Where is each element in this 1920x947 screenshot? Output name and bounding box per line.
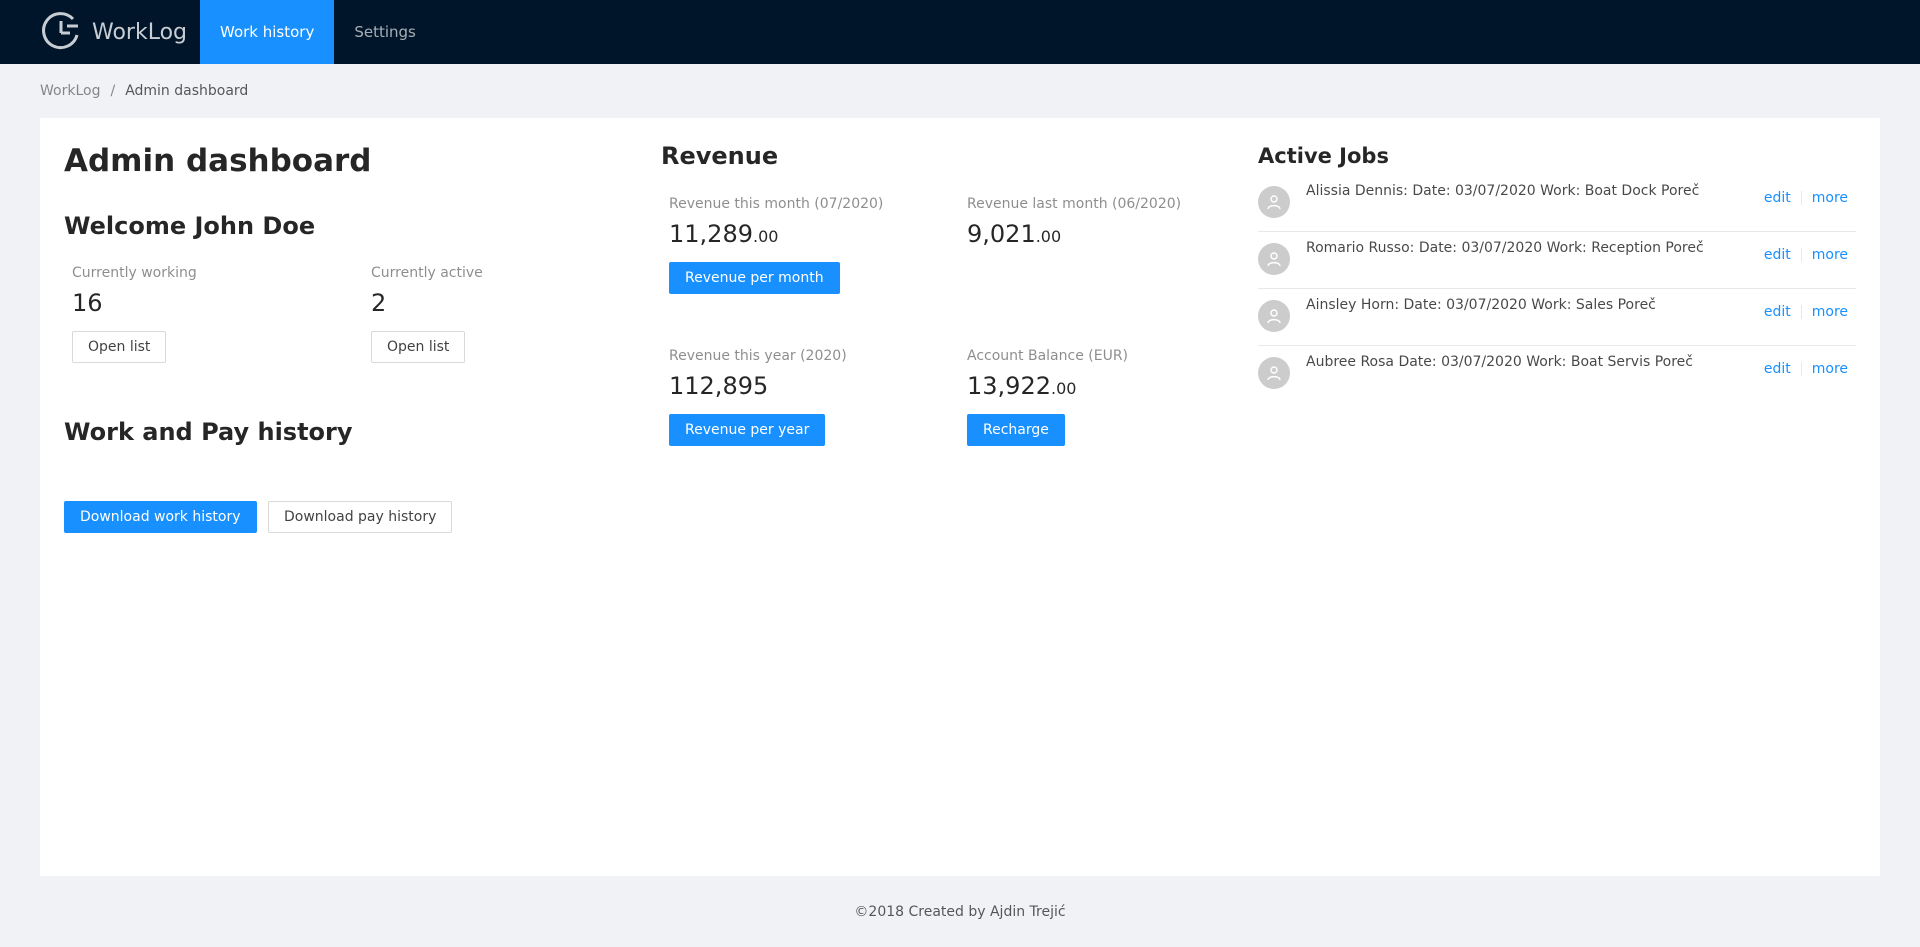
edit-link[interactable]: edit [1764,190,1791,206]
avatar [1258,300,1290,332]
revenue-per-month-button[interactable]: Revenue per month [669,262,840,294]
edit-link[interactable]: edit [1764,361,1791,377]
job-actions: edit more [1764,190,1848,206]
stat-value-main: 9,021 [967,220,1036,248]
user-icon [1267,309,1281,324]
revenue-this-year: Revenue this year (2020) 112,895 Revenue… [669,348,847,446]
more-link[interactable]: more [1812,304,1848,320]
job-actions: edit more [1764,247,1848,263]
stat-value: 2 [371,289,387,317]
edit-link[interactable]: edit [1764,247,1791,263]
stat-value: 112,895 [669,372,769,400]
user-icon [1267,195,1281,210]
account-balance: Account Balance (EUR) 13,922.00 Recharge [967,348,1128,446]
list-item: Ainsley Horn: Date: 03/07/2020 Work: Sal… [1258,289,1856,346]
breadcrumb-root-link[interactable]: WorkLog [40,83,100,99]
avatar [1258,243,1290,275]
app-logo[interactable]: WorkLog [0,0,200,64]
user-icon [1267,252,1281,267]
top-navbar: WorkLog Work history Settings [0,0,1920,64]
job-description: Ainsley Horn: Date: 03/07/2020 Work: Sal… [1306,297,1656,313]
nav-settings[interactable]: Settings [334,0,436,64]
stat-label: Currently active [371,265,483,281]
user-icon [1267,366,1281,381]
avatar [1258,186,1290,218]
more-link[interactable]: more [1812,247,1848,263]
stat-label: Currently working [72,265,197,281]
breadcrumb-current: Admin dashboard [125,83,249,99]
open-active-list-button[interactable]: Open list [371,331,466,363]
page-title: Admin dashboard [64,143,372,179]
revenue-heading: Revenue [661,142,779,170]
download-pay-history-button[interactable]: Download pay history [268,501,453,533]
list-item: Aubree Rosa Date: 03/07/2020 Work: Boat … [1258,346,1856,403]
more-link[interactable]: more [1812,190,1848,206]
open-working-list-button[interactable]: Open list [72,331,167,363]
job-actions: edit more [1764,304,1848,320]
footer-text: ©2018 Created by Ajdin Trejić [854,903,1066,920]
history-heading: Work and Pay history [64,418,353,446]
recharge-button[interactable]: Recharge [967,414,1065,446]
breadcrumb-separator: / [110,83,116,99]
job-description: Romario Russo: Date: 03/07/2020 Work: Re… [1306,240,1704,256]
clock-logo-icon [42,12,79,50]
avatar [1258,357,1290,389]
stat-currently-active: Currently active 2 Open list [371,265,483,363]
stat-value: 11,289.00 [669,220,883,248]
stat-value-main: 11,289 [669,220,753,248]
stat-label: Revenue this month (07/2020) [669,196,884,212]
app-name: WorkLog [92,19,188,45]
job-description: Aubree Rosa Date: 03/07/2020 Work: Boat … [1306,354,1693,370]
action-divider [1800,305,1802,319]
job-description: Alissia Dennis: Date: 03/07/2020 Work: B… [1306,183,1700,199]
stat-value-suffix: .00 [752,227,779,246]
stat-label: Revenue last month (06/2020) [967,196,1182,212]
breadcrumb: WorkLog / Admin dashboard [0,64,1920,118]
list-item: Alissia Dennis: Date: 03/07/2020 Work: B… [1258,175,1856,232]
stat-value: 13,922.00 [967,372,1128,400]
revenue-last-month: Revenue last month (06/2020) 9,021.00 [967,196,1181,248]
download-work-history-button[interactable]: Download work history [64,501,257,533]
welcome-heading: Welcome John Doe [64,212,316,240]
main-content: Admin dashboard Welcome John Doe Current… [40,118,1880,876]
stat-value-suffix: .00 [1050,379,1077,398]
action-divider [1800,191,1802,205]
stat-label: Revenue this year (2020) [669,348,847,364]
stat-value-suffix: .00 [1035,227,1062,246]
stat-value: 16 [72,289,103,317]
revenue-per-year-button[interactable]: Revenue per year [669,414,826,446]
stat-currently-working: Currently working 16 Open list [72,265,197,363]
more-link[interactable]: more [1812,361,1848,377]
active-jobs-list: Alissia Dennis: Date: 03/07/2020 Work: B… [1258,175,1856,403]
stat-value-main: 13,922 [967,372,1051,400]
revenue-this-month: Revenue this month (07/2020) 11,289.00 R… [669,196,883,294]
nav-work-history[interactable]: Work history [200,0,335,64]
action-divider [1800,362,1802,376]
list-item: Romario Russo: Date: 03/07/2020 Work: Re… [1258,232,1856,289]
stat-value: 9,021.00 [967,220,1181,248]
action-divider [1800,248,1802,262]
stat-label: Account Balance (EUR) [967,348,1129,364]
active-jobs-heading: Active Jobs [1258,144,1389,168]
job-actions: edit more [1764,361,1848,377]
edit-link[interactable]: edit [1764,304,1791,320]
footer: ©2018 Created by Ajdin Trejić [0,876,1920,947]
